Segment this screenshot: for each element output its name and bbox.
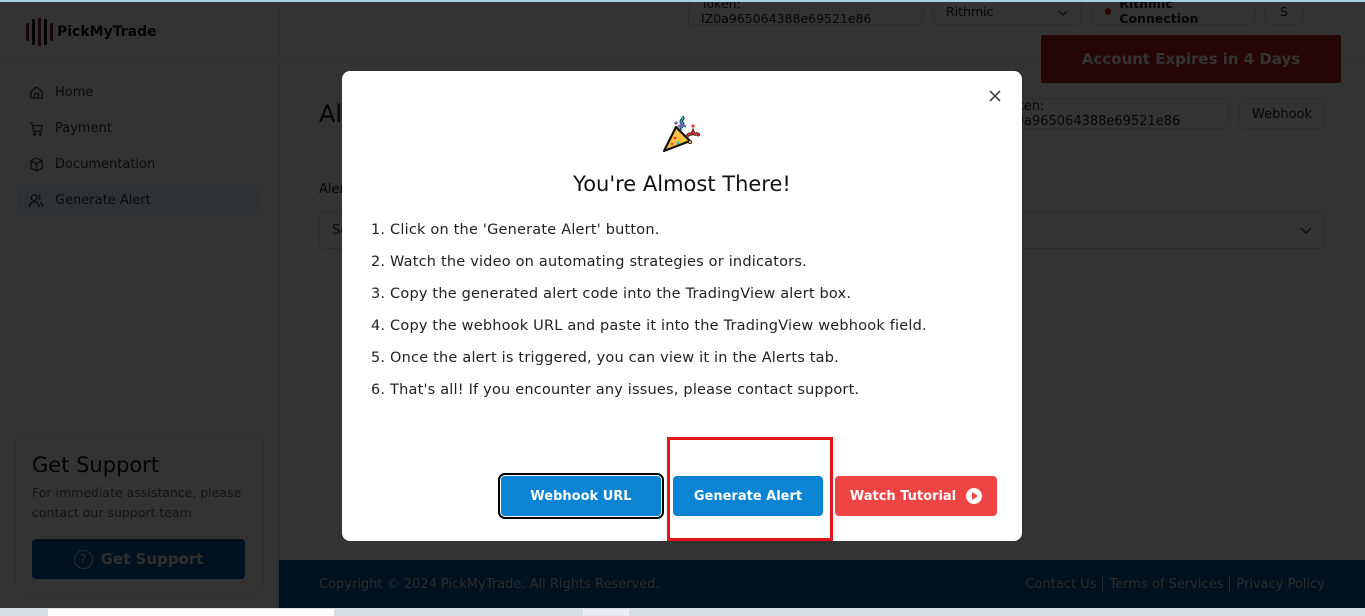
webhook-url-button[interactable]: Webhook URL (498, 473, 664, 519)
os-taskbar (0, 608, 1365, 616)
modal-title: You're Almost There! (573, 172, 791, 196)
webhook-url-label: Webhook URL (530, 488, 632, 504)
taskbar-segment[interactable] (583, 609, 629, 616)
instruction-step: 1. Click on the 'Generate Alert' button. (371, 222, 660, 238)
watch-tutorial-label: Watch Tutorial (849, 488, 957, 504)
annotation-highlight-box (667, 437, 833, 541)
taskbar-window-thumb[interactable] (48, 609, 334, 616)
instruction-steps: 1. Click on the 'Generate Alert' button.… (371, 219, 927, 411)
watch-tutorial-button[interactable]: Watch Tutorial (835, 476, 997, 516)
instruction-step: 4. Copy the webhook URL and paste it int… (371, 318, 927, 334)
instruction-step: 3. Copy the generated alert code into th… (371, 286, 852, 302)
play-icon (966, 488, 983, 504)
instruction-step: 2. Watch the video on automating strateg… (371, 254, 807, 270)
close-icon (989, 90, 1001, 102)
instruction-step: 6. That's all! If you encounter any issu… (371, 382, 860, 398)
window-top-border (0, 0, 1365, 2)
party-popper-icon (660, 113, 704, 157)
instruction-step: 5. Once the alert is triggered, you can … (371, 350, 839, 366)
close-button[interactable] (986, 87, 1004, 105)
